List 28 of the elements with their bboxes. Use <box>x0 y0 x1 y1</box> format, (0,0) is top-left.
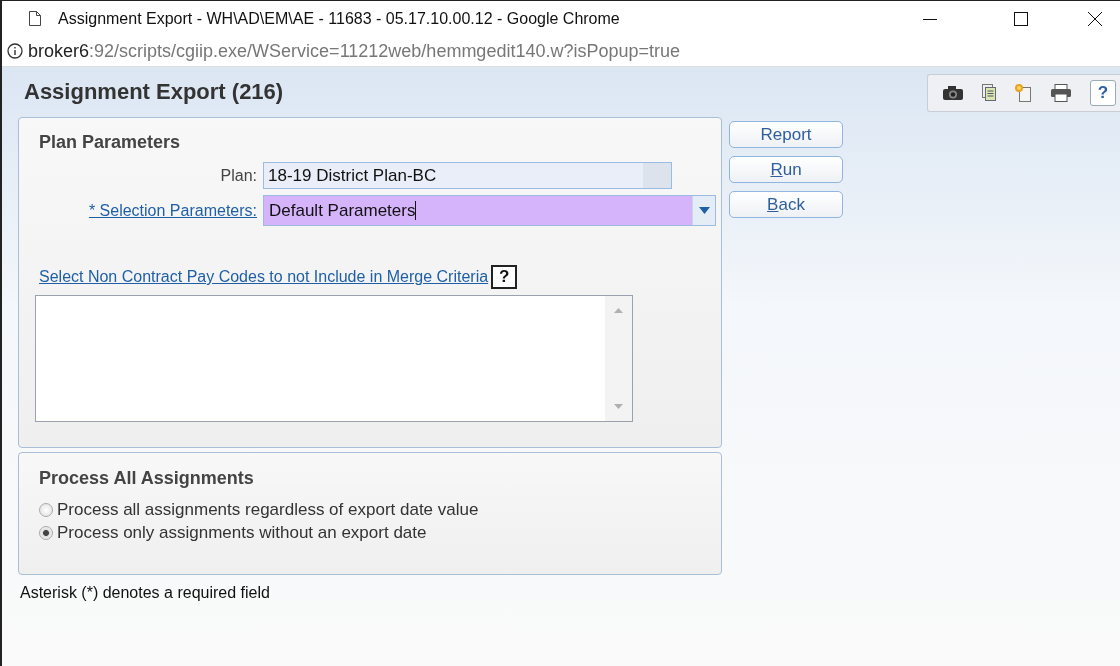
dropdown-arrow-icon <box>698 207 710 214</box>
page-title: Assignment Export (216) <box>24 79 284 105</box>
document-icon[interactable] <box>982 84 996 101</box>
selection-dropdown[interactable]: Default Parameters <box>263 195 716 226</box>
field-label: Plan: <box>219 166 258 185</box>
section-title: Plan Parameters <box>39 132 182 153</box>
window-title: Assignment Export - WH\AD\EM\AE - 11683 - 05.17.10.00.12 - Google Chrome <box>58 9 621 28</box>
info-icon[interactable] <box>7 43 23 59</box>
document-star-icon[interactable] <box>1014 83 1032 102</box>
radio-label: Process all assignments regardless of export date value <box>57 499 479 520</box>
action-button[interactable]: Report <box>729 121 843 148</box>
printer-icon[interactable] <box>1050 83 1072 102</box>
section-title: Process All Assignments <box>39 468 255 489</box>
radio-button[interactable] <box>39 525 53 540</box>
camera-icon[interactable] <box>942 84 964 101</box>
action-button[interactable]: Run <box>729 156 843 183</box>
plan-field[interactable]: 18-19 District Plan-BC <box>263 162 672 189</box>
footnote-text: Asterisk (*) denotes a required field <box>20 584 271 602</box>
close-icon[interactable] <box>1088 11 1102 26</box>
maximize-icon[interactable] <box>1014 11 1028 26</box>
radio-button[interactable] <box>39 502 53 517</box>
help-button[interactable]: ? <box>491 265 518 289</box>
selection-parameters-link[interactable]: * Selection Parameters: <box>39 201 263 220</box>
pay-codes-link[interactable]: Select Non Contract Pay Codes to not Include in Merge Criteria <box>39 268 489 286</box>
action-button[interactable]: Back <box>729 191 843 218</box>
radio-label: Process only assignments without an export date <box>57 522 427 543</box>
page-icon <box>29 11 41 26</box>
help-button[interactable]: ? <box>1090 79 1116 106</box>
